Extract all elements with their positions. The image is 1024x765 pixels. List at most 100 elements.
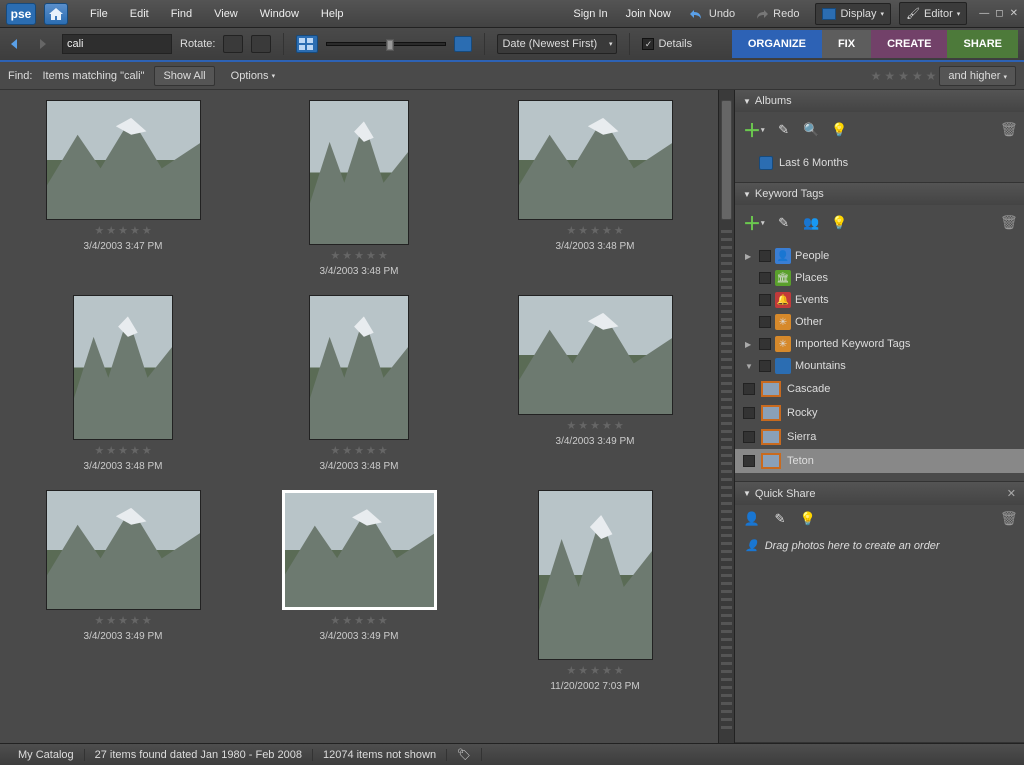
tag-checkbox[interactable] — [743, 431, 755, 443]
tip-icon[interactable]: 💡 — [831, 122, 849, 138]
nav-back-button[interactable] — [6, 35, 26, 53]
expand-toggle[interactable]: ▼ — [745, 362, 755, 371]
filter-star-1[interactable]: ★ — [871, 69, 882, 83]
expand-toggle[interactable]: ▶ — [745, 340, 755, 349]
thumbnail-image[interactable] — [282, 490, 437, 610]
single-view-button[interactable] — [454, 36, 472, 52]
thumbnail-image[interactable] — [46, 100, 201, 220]
search-input[interactable] — [62, 34, 172, 54]
people-tag-icon[interactable]: 👥 — [803, 215, 821, 231]
thumbnail-image[interactable] — [309, 100, 409, 245]
edit-tag-icon[interactable]: ✎ — [775, 215, 793, 231]
thumbnail-rating[interactable]: ★★★★★ — [330, 249, 387, 262]
thumbnail-rating[interactable]: ★★★★★ — [330, 444, 387, 457]
close-button[interactable]: ✕ — [1010, 8, 1018, 19]
thumb-size-slider[interactable] — [326, 42, 446, 46]
undo-button[interactable]: Undo — [681, 4, 743, 24]
thumbnail-image[interactable] — [73, 295, 173, 440]
add-tag-button[interactable]: ＋▾ — [743, 210, 765, 236]
tag-checkbox[interactable] — [743, 407, 755, 419]
grid-view-button[interactable] — [296, 35, 318, 53]
tag-checkbox[interactable] — [743, 383, 755, 395]
keyword-subtag[interactable]: Cascade — [735, 377, 1024, 401]
thumbnail-rating[interactable]: ★★★★★ — [566, 419, 623, 432]
quickshare-dropzone[interactable]: 👤 Drag photos here to create an order — [735, 533, 1024, 558]
menu-file[interactable]: File — [80, 4, 118, 24]
filter-star-4[interactable]: ★ — [912, 69, 923, 83]
keyword-category[interactable]: ▶👤People — [735, 245, 1024, 267]
menu-edit[interactable]: Edit — [120, 4, 159, 24]
tip-icon[interactable]: 💡 — [831, 215, 849, 231]
tag-checkbox[interactable] — [759, 360, 771, 372]
quickshare-header[interactable]: ▼Quick Share✕ — [735, 482, 1024, 505]
menu-help[interactable]: Help — [311, 4, 354, 24]
maximize-button[interactable]: ◻ — [995, 8, 1003, 19]
share-person-icon[interactable]: 👤 — [743, 511, 761, 527]
rotate-left-button[interactable] — [223, 35, 243, 53]
details-checkbox[interactable]: ✓Details — [642, 38, 692, 50]
tab-create[interactable]: CREATE — [871, 30, 947, 58]
minimize-button[interactable]: — — [979, 8, 989, 19]
tag-checkbox[interactable] — [759, 316, 771, 328]
status-tag-icon[interactable]: 🏷 — [447, 748, 482, 761]
editor-dropdown[interactable]: 🖌 Editor▾ — [899, 2, 967, 25]
keyword-category[interactable]: ✳Other — [735, 311, 1024, 333]
share-edit-icon[interactable]: ✎ — [771, 511, 789, 527]
rotate-right-button[interactable] — [251, 35, 271, 53]
filter-star-2[interactable]: ★ — [884, 69, 895, 83]
thumbnail-rating[interactable]: ★★★★★ — [94, 614, 151, 627]
scrollbar[interactable] — [718, 90, 734, 743]
showall-button[interactable]: Show All — [154, 66, 214, 86]
tag-checkbox[interactable] — [759, 294, 771, 306]
thumbnail-image[interactable] — [538, 490, 653, 660]
tag-checkbox[interactable] — [759, 338, 771, 350]
thumbnail-image[interactable] — [46, 490, 201, 610]
delete-tag-button[interactable]: 🗑 — [1000, 214, 1016, 232]
albums-header[interactable]: ▼Albums — [735, 90, 1024, 112]
timeline-bar[interactable] — [721, 230, 732, 733]
keyword-category[interactable]: ▶✳Imported Keyword Tags — [735, 333, 1024, 355]
status-catalog[interactable]: My Catalog — [8, 749, 85, 761]
keyword-subtag[interactable]: Teton — [735, 449, 1024, 473]
keyword-subtag[interactable]: Rocky — [735, 401, 1024, 425]
tag-checkbox[interactable] — [743, 455, 755, 467]
keyword-category[interactable]: ▼Mountains — [735, 355, 1024, 377]
thumbnail-image[interactable] — [518, 100, 673, 220]
edit-album-icon[interactable]: ✎ — [775, 122, 793, 138]
scroll-thumb[interactable] — [721, 100, 732, 220]
delete-album-button[interactable]: 🗑 — [1000, 121, 1016, 139]
tag-checkbox[interactable] — [759, 250, 771, 262]
filter-star-5[interactable]: ★ — [926, 69, 937, 83]
tab-share[interactable]: SHARE — [947, 30, 1018, 58]
rating-mode-dropdown[interactable]: and higher ▾ — [939, 66, 1016, 86]
menu-view[interactable]: View — [204, 4, 248, 24]
sort-dropdown[interactable]: Date (Newest First)▾ — [497, 34, 617, 54]
keyword-subtag[interactable]: Sierra — [735, 425, 1024, 449]
tip-icon[interactable]: 💡 — [799, 511, 817, 527]
thumbnail-image[interactable] — [309, 295, 409, 440]
quickshare-close[interactable]: ✕ — [1007, 487, 1016, 500]
keywords-header[interactable]: ▼Keyword Tags — [735, 183, 1024, 205]
tab-organize[interactable]: ORGANIZE — [732, 30, 822, 58]
menu-window[interactable]: Window — [250, 4, 309, 24]
add-album-button[interactable]: ＋▾ — [743, 117, 765, 143]
options-dropdown[interactable]: Options▾ — [225, 67, 281, 85]
nav-forward-button[interactable] — [34, 35, 54, 53]
thumbnail-rating[interactable]: ★★★★★ — [330, 614, 387, 627]
keyword-category[interactable]: 🔔Events — [735, 289, 1024, 311]
thumbnail-rating[interactable]: ★★★★★ — [94, 224, 151, 237]
home-button[interactable] — [44, 3, 68, 25]
album-find-icon[interactable]: 🔍 — [803, 122, 821, 138]
tag-checkbox[interactable] — [759, 272, 771, 284]
joinnow-link[interactable]: Join Now — [618, 4, 679, 24]
thumbnail-rating[interactable]: ★★★★★ — [94, 444, 151, 457]
redo-button[interactable]: Redo — [745, 4, 807, 24]
menu-find[interactable]: Find — [161, 4, 202, 24]
share-trash-button[interactable]: 🗑 — [1000, 510, 1016, 528]
tab-fix[interactable]: FIX — [822, 30, 871, 58]
filter-star-3[interactable]: ★ — [898, 69, 909, 83]
thumbnail-image[interactable] — [518, 295, 673, 415]
keyword-category[interactable]: 🏛Places — [735, 267, 1024, 289]
expand-toggle[interactable]: ▶ — [745, 252, 755, 261]
thumbnail-rating[interactable]: ★★★★★ — [566, 664, 623, 677]
